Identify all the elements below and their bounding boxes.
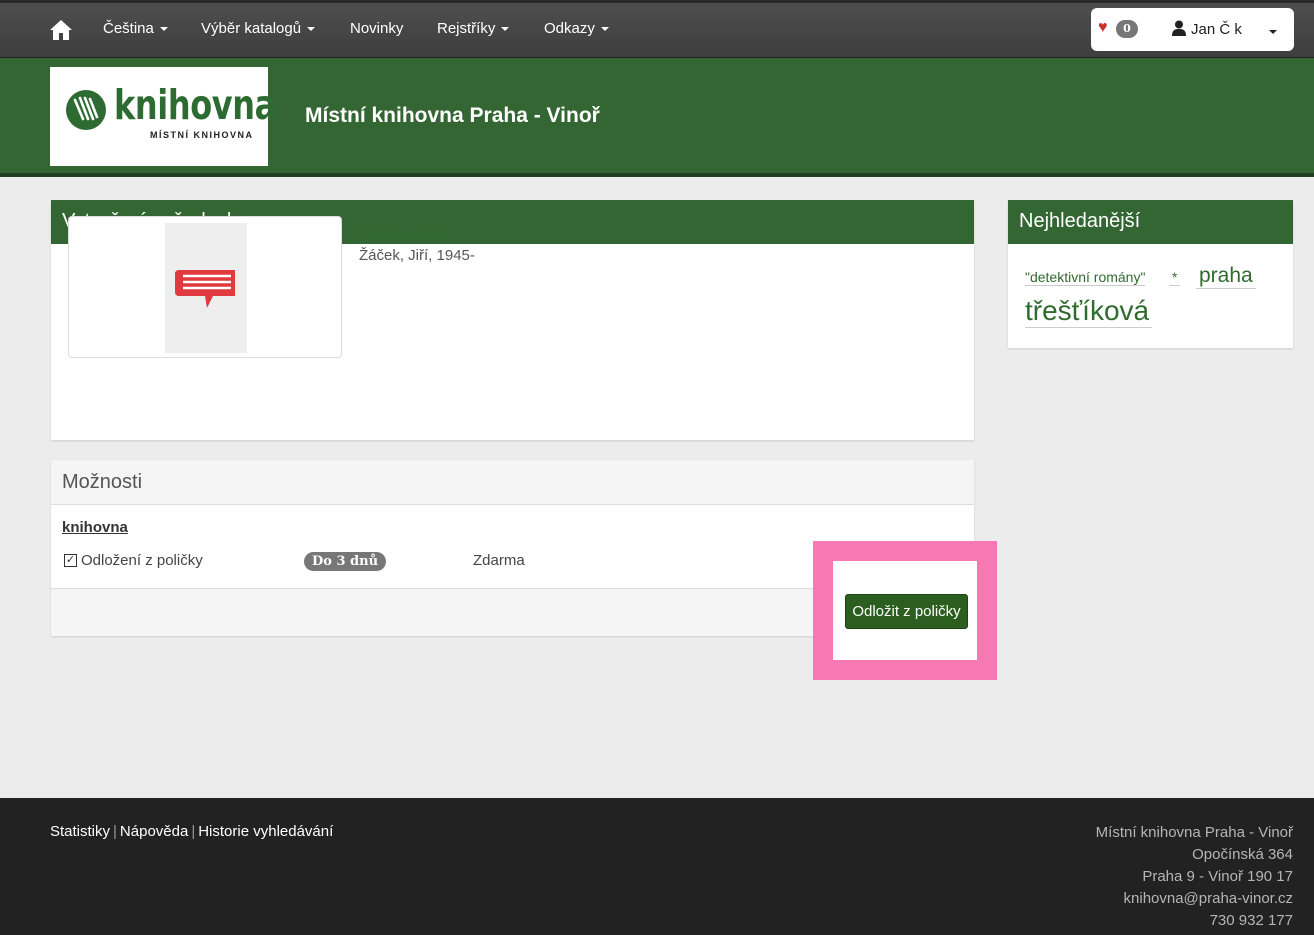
search-tag[interactable]: třešťíková bbox=[1025, 295, 1153, 328]
footer-link-statistics[interactable]: Statistiky bbox=[50, 823, 110, 840]
nav-links-dropdown[interactable]: Odkazy bbox=[544, 20, 609, 37]
book-author: Žáček, Jiří, 1945- bbox=[359, 247, 475, 264]
user-icon[interactable] bbox=[1172, 20, 1186, 36]
chevron-down-icon bbox=[307, 27, 316, 32]
book-cover-placeholder bbox=[165, 223, 247, 353]
heart-icon[interactable]: ♥ bbox=[1098, 20, 1108, 36]
search-tag[interactable]: "detektivní romány" bbox=[1025, 269, 1146, 286]
nav-catalogs-dropdown[interactable]: Výběr katalogů bbox=[201, 20, 316, 37]
most-searched-panel: Nejhledanější "detektivní romány" * prah… bbox=[1008, 200, 1293, 348]
user-menu-label[interactable]: Jan Č k bbox=[1191, 21, 1242, 38]
book-thumbnail-card[interactable] bbox=[68, 216, 342, 358]
footer-library-name: Místní knihovna Praha - Vinoř bbox=[1095, 824, 1293, 841]
footer-link-search-history[interactable]: Historie vyhledávání bbox=[198, 823, 333, 840]
book-logo-icon bbox=[66, 90, 106, 130]
library-logo[interactable]: knihovna MÍSTNÍ KNIHOVNA bbox=[50, 67, 276, 166]
nav-language-label: Čeština bbox=[103, 20, 154, 37]
search-tag[interactable]: * bbox=[1169, 269, 1181, 286]
footer-email[interactable]: knihovna@praha-vinor.cz bbox=[1096, 888, 1293, 910]
logo-subtitle: MÍSTNÍ KNIHOVNA bbox=[150, 130, 254, 140]
request-panel: Vytvoření požadavku Domácí přítel Žáček,… bbox=[51, 200, 974, 440]
option-label: Odložení z poličky bbox=[81, 552, 203, 569]
home-icon[interactable] bbox=[49, 19, 73, 41]
site-header: knihovna MÍSTNÍ KNIHOVNA Místní knihovna… bbox=[0, 58, 1314, 177]
nav-catalogs-label: Výběr katalogů bbox=[201, 20, 302, 37]
most-searched-heading: Nejhledanější bbox=[1008, 200, 1293, 244]
chevron-down-icon bbox=[501, 27, 510, 32]
book-title-link[interactable]: Domácí přítel bbox=[359, 225, 448, 242]
search-tag[interactable]: praha bbox=[1196, 264, 1256, 289]
top-navbar: Čeština Výběr katalogů Novinky Rejstříky… bbox=[0, 0, 1314, 58]
nav-indexes-label: Rejstříky bbox=[437, 20, 496, 37]
nav-news-link[interactable]: Novinky bbox=[350, 20, 403, 37]
footer-link-help[interactable]: Nápověda bbox=[120, 823, 188, 840]
footer-street: Opočínská 364 bbox=[1192, 846, 1293, 863]
chevron-down-icon bbox=[159, 27, 168, 32]
option-checkbox[interactable]: ✓ bbox=[64, 554, 77, 567]
site-title[interactable]: Místní knihovna Praha - Vinoř bbox=[305, 104, 600, 128]
nav-links-label: Odkazy bbox=[544, 20, 595, 37]
tag-cloud: "detektivní romány" * praha třešťíková bbox=[1008, 244, 1293, 348]
footer-phone: 730 932 177 bbox=[1209, 912, 1293, 929]
hold-from-shelf-button[interactable]: Odložit z poličky bbox=[845, 594, 968, 629]
chevron-down-icon[interactable] bbox=[1269, 30, 1277, 34]
footer-separator: | bbox=[113, 823, 117, 840]
footer-separator: | bbox=[191, 823, 196, 840]
duration-badge: Do 3 dnů bbox=[304, 552, 387, 571]
footer-city: Praha 9 - Vinoř 190 17 bbox=[1142, 868, 1293, 885]
favorites-count-badge[interactable]: 0 bbox=[1116, 20, 1138, 38]
footer-links: Statistiky | Nápověda | Historie vyhledávání bbox=[50, 823, 333, 840]
logo-wordmark: knihovna bbox=[114, 81, 276, 129]
footer-address: Místní knihovna Praha - Vinoř Opočínská … bbox=[1096, 822, 1293, 932]
options-panel-heading: Možnosti bbox=[51, 460, 974, 505]
nav-indexes-dropdown[interactable]: Rejstříky bbox=[437, 20, 510, 37]
user-box: ♥ 0 Jan Č k bbox=[1091, 8, 1294, 51]
option-price: Zdarma bbox=[473, 552, 525, 569]
chevron-down-icon bbox=[600, 27, 609, 32]
library-link[interactable]: knihovna bbox=[62, 519, 128, 536]
nav-language-dropdown[interactable]: Čeština bbox=[103, 20, 168, 37]
book-placeholder-icon bbox=[175, 270, 235, 308]
site-footer: Statistiky | Nápověda | Historie vyhledávání… bbox=[0, 798, 1314, 935]
